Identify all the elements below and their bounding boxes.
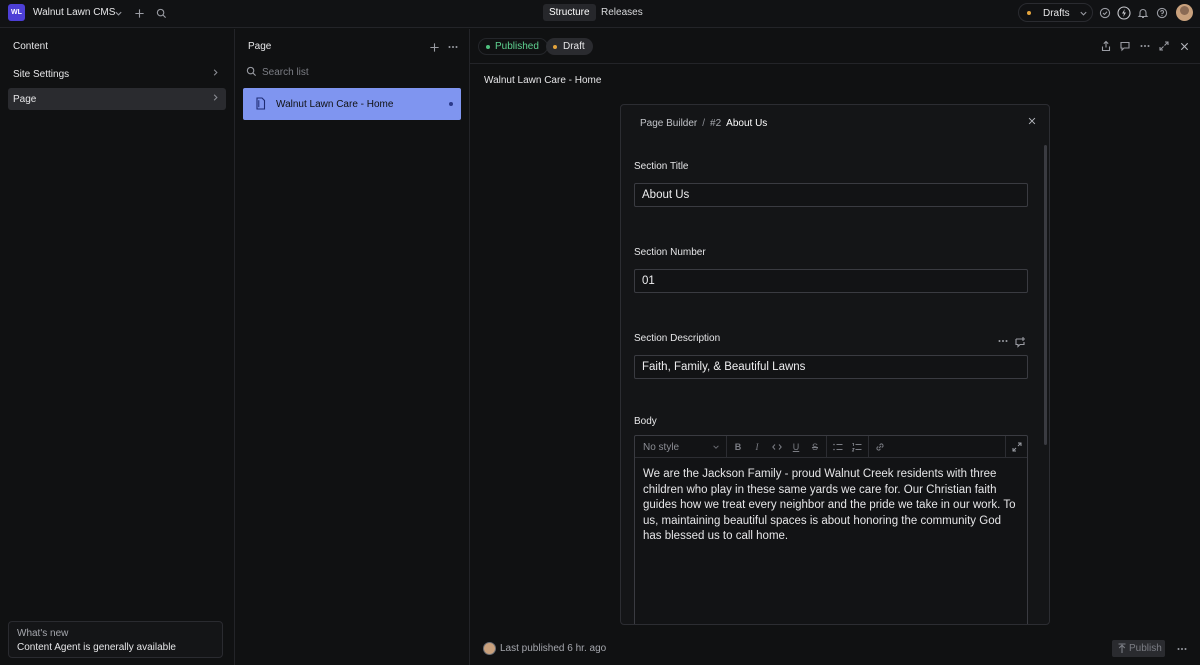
status-dot (449, 102, 453, 106)
draft-status-badge[interactable]: Draft (546, 38, 593, 55)
breadcrumb-index: #2 (710, 118, 722, 129)
chevron-down-icon[interactable] (110, 5, 126, 21)
strikethrough-icon[interactable]: S (809, 441, 821, 453)
underline-icon[interactable]: U (790, 441, 802, 453)
nav-item-label: Site Settings (13, 69, 70, 80)
search-icon[interactable] (153, 5, 169, 21)
top-bar: WL Walnut Lawn CMS Structure Releases Dr… (0, 0, 1200, 28)
toolbar-divider (1005, 436, 1006, 458)
bell-icon[interactable] (1135, 5, 1151, 21)
document-list-pane: Page Walnut Lawn Care - Home (235, 29, 470, 665)
more-menu-icon[interactable] (1174, 641, 1190, 657)
close-icon[interactable] (1176, 38, 1192, 54)
list-pane-title: Page (248, 41, 272, 52)
italic-icon[interactable]: I (751, 441, 763, 453)
list-search (245, 64, 460, 80)
help-icon[interactable] (1154, 5, 1170, 21)
list-item[interactable]: Walnut Lawn Care - Home (243, 88, 461, 120)
breadcrumb-separator: / (702, 118, 706, 129)
search-icon (246, 66, 257, 77)
section-number-field[interactable]: 01 (634, 269, 1028, 293)
numbered-list-icon[interactable] (851, 441, 863, 453)
plus-icon[interactable] (131, 5, 147, 21)
plus-icon[interactable] (426, 39, 442, 55)
editor-toolbar: No style B I U S (635, 436, 1027, 458)
breadcrumb-root[interactable]: Page Builder (640, 118, 697, 129)
text-style-value: No style (643, 442, 680, 453)
section-title-label: Section Title (634, 161, 689, 172)
content-pane: Content Site Settings Page What's new Co… (0, 29, 235, 665)
toolbar-divider (826, 436, 827, 458)
chevron-down-icon (1079, 9, 1088, 18)
share-icon[interactable] (1098, 38, 1114, 54)
edit-item-dialog: Page Builder / #2 About Us Section Title Ab… (620, 104, 1050, 625)
publish-label: Publish (1129, 643, 1162, 654)
body-editor[interactable]: No style B I U S We are the Jackson Fami… (634, 435, 1028, 624)
nav-item-site-settings[interactable]: Site Settings (8, 63, 226, 85)
nav-item-label: Page (13, 94, 37, 105)
more-menu-icon[interactable] (1137, 38, 1153, 54)
document-title: Walnut Lawn Care - Home (484, 75, 602, 86)
publish-icon (1117, 643, 1127, 654)
section-title-value: About Us (642, 189, 690, 201)
document-icon (255, 97, 266, 110)
bullet-list-icon[interactable] (832, 441, 844, 453)
link-icon[interactable] (874, 441, 886, 453)
header-divider (470, 63, 1200, 64)
breadcrumb-current: About Us (726, 118, 768, 129)
chevron-down-icon (712, 443, 720, 451)
document-title: Walnut Lawn Care - Home (276, 99, 394, 110)
comment-icon[interactable] (1117, 38, 1133, 54)
code-icon[interactable] (771, 441, 783, 453)
more-menu-icon[interactable] (995, 333, 1011, 349)
content-pane-title: Content (13, 41, 49, 52)
last-published-text: Last published 6 hr. ago (500, 643, 607, 654)
tab-releases[interactable]: Releases (595, 4, 649, 21)
whats-new-card[interactable]: What's new Content Agent is generally av… (8, 621, 223, 658)
drafts-label: Drafts (1043, 8, 1070, 19)
whats-new-text: Content Agent is generally available (17, 642, 176, 653)
drafts-selector[interactable]: Drafts (1018, 3, 1093, 22)
expand-icon[interactable] (1156, 38, 1172, 54)
draft-status-dot (1027, 11, 1031, 15)
text-style-select[interactable]: No style (635, 436, 727, 458)
whats-new-heading: What's new (17, 628, 69, 639)
comment-add-icon[interactable] (1012, 334, 1028, 350)
published-status-badge[interactable]: Published (478, 38, 548, 55)
nav-item-page[interactable]: Page (8, 88, 226, 110)
scrollbar[interactable] (1044, 145, 1047, 445)
close-icon[interactable] (1027, 116, 1037, 126)
user-avatar[interactable] (1176, 4, 1193, 21)
fullscreen-icon[interactable] (1011, 441, 1023, 453)
breadcrumb: Page Builder / #2 About Us (640, 118, 767, 129)
workspace-logo[interactable]: WL (8, 4, 25, 21)
section-description-value: Faith, Family, & Beautiful Lawns (642, 361, 806, 373)
body-label: Body (634, 416, 657, 427)
chevron-right-icon (211, 68, 220, 77)
section-number-value: 01 (642, 275, 655, 287)
body-text[interactable]: We are the Jackson Family - proud Walnut… (643, 467, 1021, 545)
avatar (483, 642, 496, 655)
toolbar-divider (868, 436, 869, 458)
lightning-icon[interactable] (1116, 5, 1132, 21)
publish-button[interactable]: Publish (1112, 640, 1165, 657)
section-title-field[interactable]: About Us (634, 183, 1028, 207)
section-description-field[interactable]: Faith, Family, & Beautiful Lawns (634, 355, 1028, 379)
section-number-label: Section Number (634, 247, 706, 258)
tab-structure[interactable]: Structure (543, 4, 596, 21)
workspace-name[interactable]: Walnut Lawn CMS (33, 7, 115, 18)
check-circle-icon[interactable] (1097, 5, 1113, 21)
bold-icon[interactable]: B (732, 441, 744, 453)
section-description-label: Section Description (634, 333, 721, 344)
more-menu-icon[interactable] (445, 39, 461, 55)
chevron-right-icon (211, 93, 220, 102)
search-input[interactable] (262, 64, 452, 80)
